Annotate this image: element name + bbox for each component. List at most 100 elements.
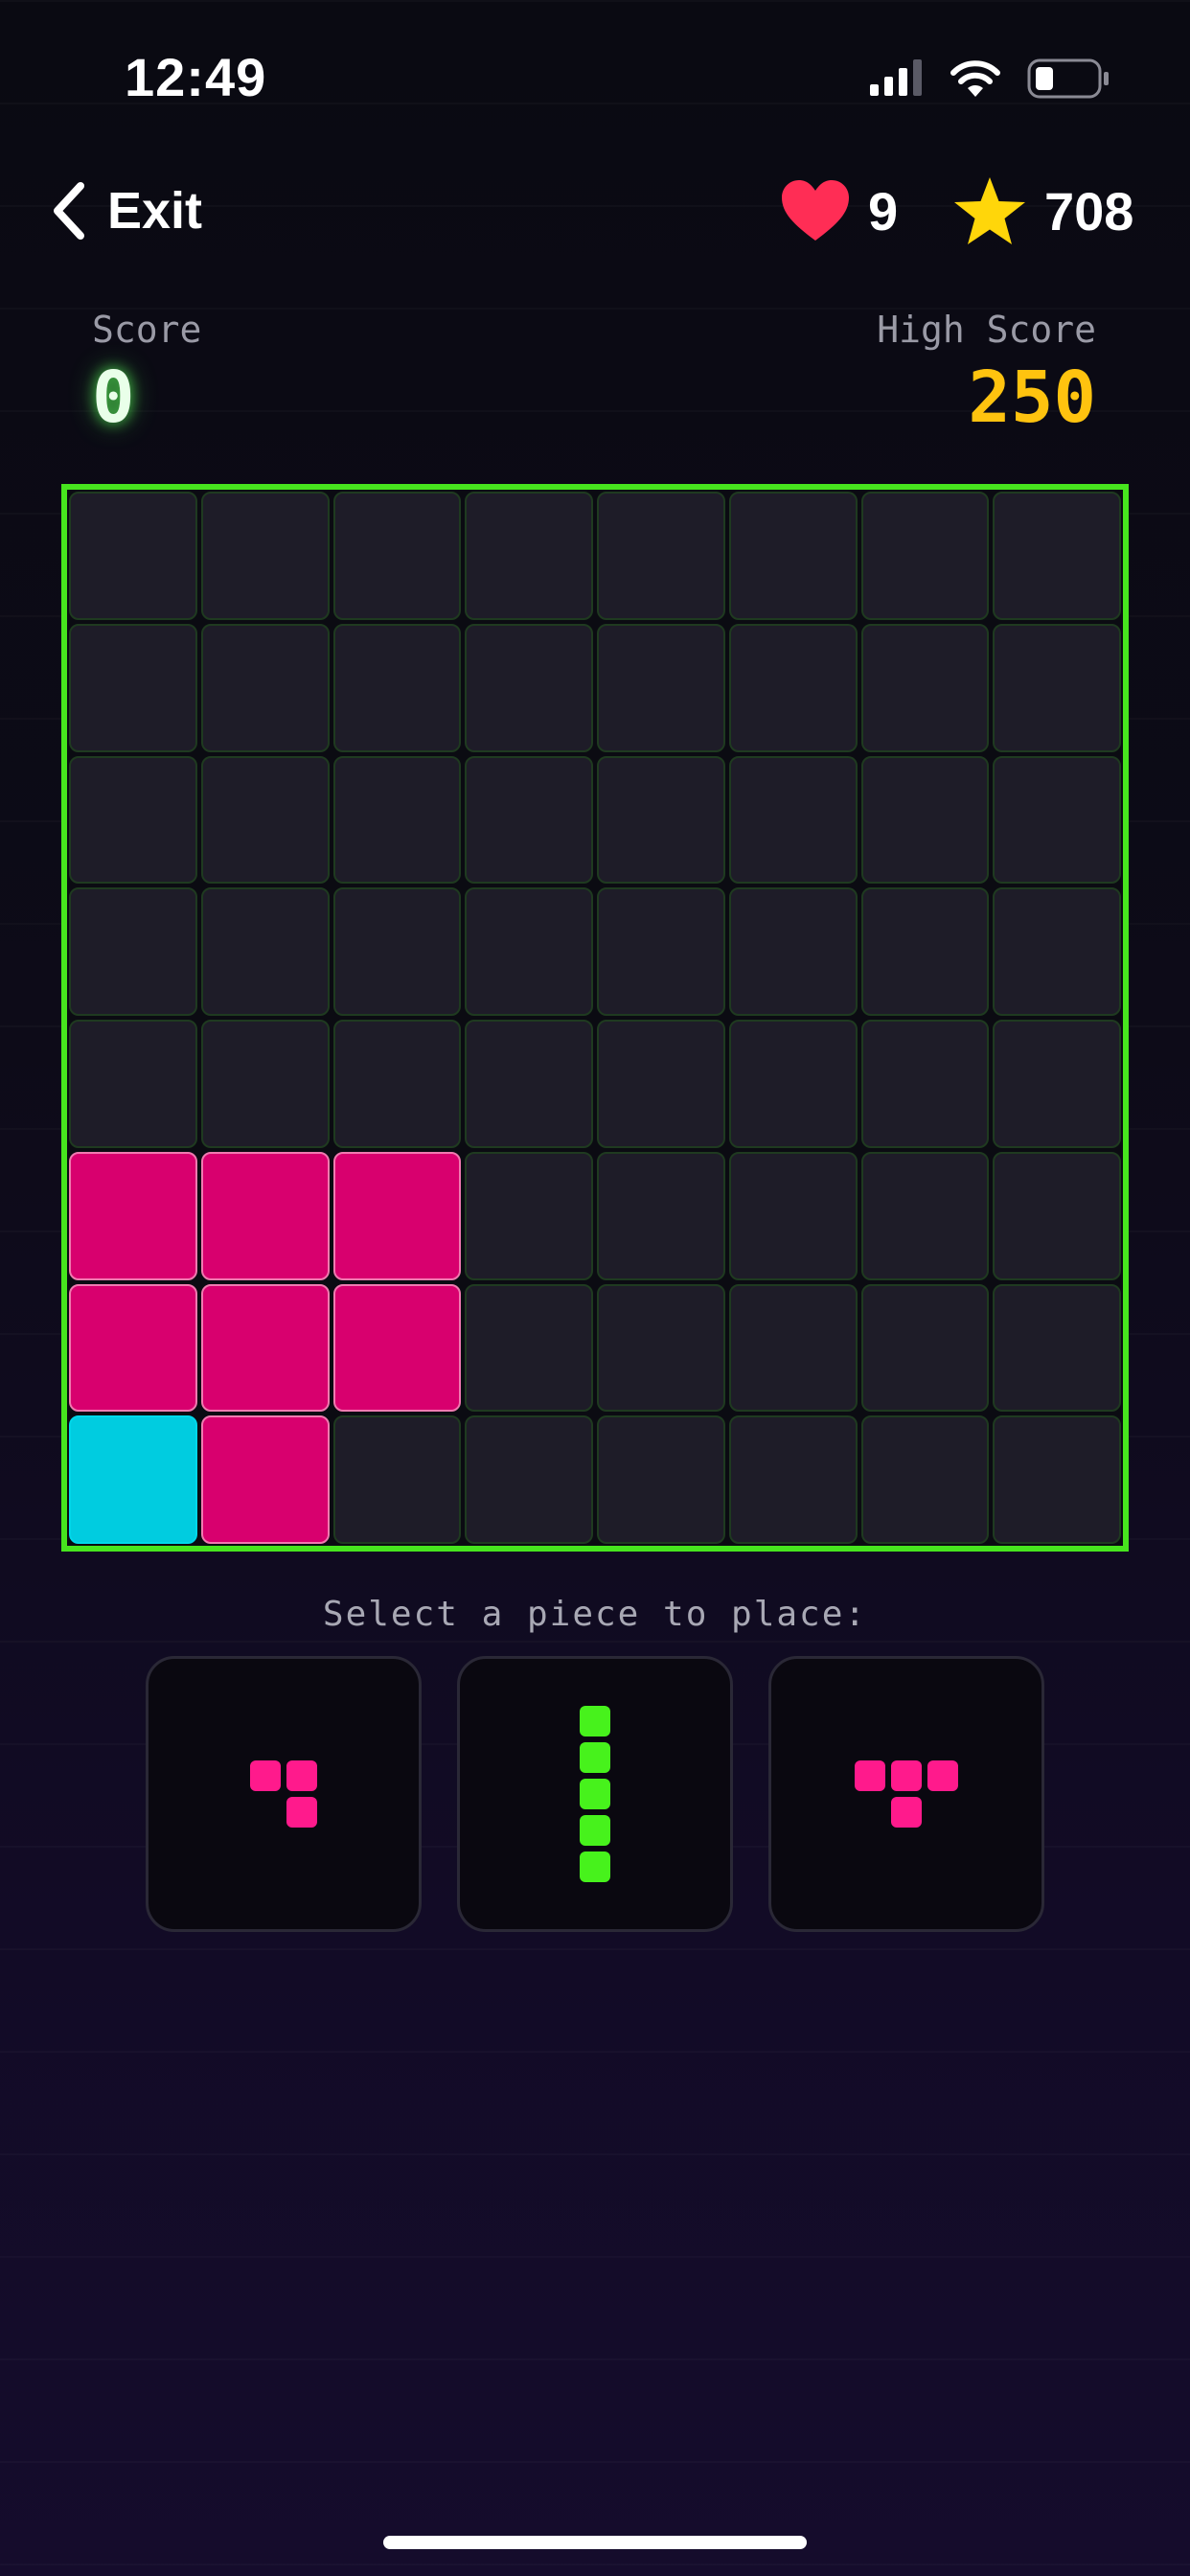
board-cell-r3-c6-empty[interactable]	[860, 887, 990, 1016]
board-cell-r7-c1-magenta[interactable]	[200, 1415, 330, 1544]
board-cell-r6-c7-empty[interactable]	[993, 1283, 1121, 1413]
board-cell-r4-c1-empty[interactable]	[200, 1020, 330, 1148]
chevron-left-icon	[54, 182, 84, 240]
board-cell-r0-c2-empty[interactable]	[332, 492, 462, 620]
heart-icon	[782, 180, 849, 241]
pink-corner-piece-block	[286, 1797, 317, 1828]
pink-t-piece-block	[891, 1797, 922, 1828]
board-cell-r2-c1-empty[interactable]	[200, 755, 330, 885]
board-cell-r2-c2-empty[interactable]	[332, 755, 462, 885]
score-value: 0	[92, 356, 135, 439]
pink-t-piece-block	[891, 1760, 922, 1791]
board-cell-r6-c2-magenta[interactable]	[332, 1283, 462, 1413]
board-cell-r3-c1-empty[interactable]	[200, 887, 330, 1016]
board-cell-r6-c0-magenta[interactable]	[69, 1283, 197, 1413]
board-cell-r7-c6-empty[interactable]	[860, 1415, 990, 1544]
board-cell-r5-c1-magenta[interactable]	[200, 1151, 330, 1280]
board-cell-r2-c0-empty[interactable]	[69, 755, 197, 885]
piece-slot-1[interactable]	[146, 1656, 422, 1932]
lives-value: 9	[868, 180, 899, 242]
board-cell-r1-c5-empty[interactable]	[728, 623, 858, 752]
board-cell-r3-c2-empty[interactable]	[332, 887, 462, 1016]
score-label: Score	[92, 309, 202, 351]
board-cell-r3-c4-empty[interactable]	[597, 887, 725, 1016]
green-vertical-piece-block	[580, 1852, 610, 1882]
battery-icon	[1027, 58, 1109, 99]
wifi-icon	[950, 60, 1000, 97]
board-cell-r4-c0-empty[interactable]	[69, 1020, 197, 1148]
high-score-label: High Score	[877, 309, 1096, 351]
board-cell-r0-c6-empty[interactable]	[860, 492, 990, 620]
board-cell-r4-c5-empty[interactable]	[728, 1020, 858, 1148]
star-icon	[954, 177, 1025, 244]
board-cell-r7-c0-cyan[interactable]	[69, 1415, 197, 1544]
board-cell-r3-c0-empty[interactable]	[69, 887, 197, 1016]
green-vertical-piece-block	[580, 1706, 610, 1736]
green-vertical-piece-block	[580, 1779, 610, 1809]
pink-corner-piece-block	[286, 1760, 317, 1791]
board-cell-r1-c0-empty[interactable]	[69, 623, 197, 752]
board-cell-r0-c3-empty[interactable]	[465, 492, 593, 620]
board-cell-r2-c3-empty[interactable]	[465, 755, 593, 885]
board-cell-r2-c4-empty[interactable]	[597, 755, 725, 885]
board-cell-r6-c5-empty[interactable]	[728, 1283, 858, 1413]
board-cell-r4-c3-empty[interactable]	[465, 1020, 593, 1148]
game-board[interactable]	[61, 484, 1129, 1552]
board-cell-r2-c7-empty[interactable]	[993, 755, 1121, 885]
stars-counter: 708	[952, 176, 1133, 245]
board-cell-r3-c5-empty[interactable]	[728, 887, 858, 1016]
board-cell-r0-c4-empty[interactable]	[597, 492, 725, 620]
board-cell-r2-c6-empty[interactable]	[860, 755, 990, 885]
piece-slot-3[interactable]	[768, 1656, 1044, 1932]
board-cell-r1-c7-empty[interactable]	[993, 623, 1121, 752]
green-vertical-piece-block	[580, 1815, 610, 1846]
cellular-signal-icon	[870, 59, 922, 96]
pink-t-piece-block	[927, 1760, 958, 1791]
exit-label: Exit	[107, 182, 203, 240]
board-cell-r7-c3-empty[interactable]	[465, 1415, 593, 1544]
board-cell-r5-c4-empty[interactable]	[597, 1151, 725, 1280]
green-vertical-piece-block	[580, 1742, 610, 1773]
pink-corner-piece-block	[250, 1760, 281, 1791]
board-cell-r5-c3-empty[interactable]	[465, 1151, 593, 1280]
board-cell-r7-c4-empty[interactable]	[597, 1415, 725, 1544]
status-icons	[870, 56, 1110, 102]
board-cell-r6-c4-empty[interactable]	[597, 1283, 725, 1413]
board-cell-r6-c3-empty[interactable]	[465, 1283, 593, 1413]
board-cell-r4-c6-empty[interactable]	[860, 1020, 990, 1148]
exit-button[interactable]: Exit	[50, 176, 202, 245]
board-cell-r1-c2-empty[interactable]	[332, 623, 462, 752]
board-cell-r3-c7-empty[interactable]	[993, 887, 1121, 1016]
pink-t-piece-block	[855, 1760, 885, 1791]
board-cell-r1-c4-empty[interactable]	[597, 623, 725, 752]
board-cell-r4-c2-empty[interactable]	[332, 1020, 462, 1148]
board-cell-r1-c6-empty[interactable]	[860, 623, 990, 752]
board-cell-r7-c2-empty[interactable]	[332, 1415, 462, 1544]
board-cell-r4-c7-empty[interactable]	[993, 1020, 1121, 1148]
lives-counter: 9	[780, 176, 898, 245]
board-cell-r6-c6-empty[interactable]	[860, 1283, 990, 1413]
status-time: 12:49	[125, 47, 267, 107]
home-indicator[interactable]	[383, 2536, 807, 2549]
board-cell-r0-c0-empty[interactable]	[69, 492, 197, 620]
board-cell-r2-c5-empty[interactable]	[728, 755, 858, 885]
board-cell-r0-c1-empty[interactable]	[200, 492, 330, 620]
board-cell-r5-c0-magenta[interactable]	[69, 1151, 197, 1280]
board-cell-r5-c2-magenta[interactable]	[332, 1151, 462, 1280]
board-cell-r1-c1-empty[interactable]	[200, 623, 330, 752]
piece-slot-2[interactable]	[457, 1656, 733, 1932]
select-piece-prompt: Select a piece to place:	[322, 1595, 868, 1634]
board-cell-r5-c5-empty[interactable]	[728, 1151, 858, 1280]
board-cell-r3-c3-empty[interactable]	[465, 887, 593, 1016]
board-cell-r6-c1-magenta[interactable]	[200, 1283, 330, 1413]
board-cell-r5-c6-empty[interactable]	[860, 1151, 990, 1280]
board-cell-r0-c5-empty[interactable]	[728, 492, 858, 620]
board-cell-r0-c7-empty[interactable]	[993, 492, 1121, 620]
board-cell-r7-c5-empty[interactable]	[728, 1415, 858, 1544]
board-cell-r4-c4-empty[interactable]	[597, 1020, 725, 1148]
board-cell-r7-c7-empty[interactable]	[993, 1415, 1121, 1544]
board-cell-r5-c7-empty[interactable]	[993, 1151, 1121, 1280]
board-cell-r1-c3-empty[interactable]	[465, 623, 593, 752]
stars-value: 708	[1044, 180, 1134, 242]
high-score-value: 250	[968, 356, 1096, 439]
